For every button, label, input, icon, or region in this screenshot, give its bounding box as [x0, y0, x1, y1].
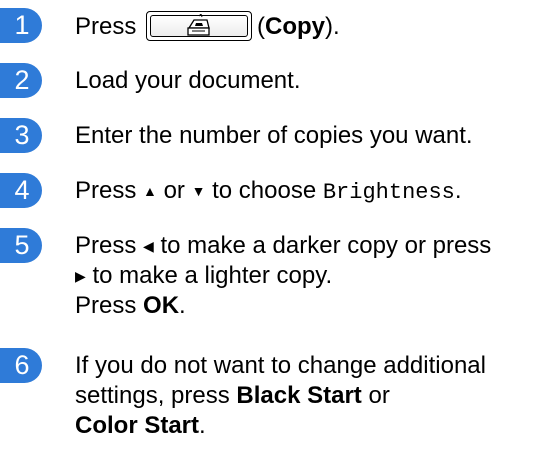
brightness-option: Brightness [322, 180, 455, 205]
step-4-period: . [454, 177, 462, 204]
step-3-text: Enter the number of copies you want. [75, 122, 473, 149]
step-4-text: Press ▲ or ▼ to choose Brightness. [75, 176, 543, 208]
step-6-period: . [199, 412, 206, 439]
step-6-or: or [368, 382, 390, 409]
step-4-to-choose: to choose [212, 177, 317, 204]
step-1-press: Press [75, 13, 137, 40]
step-5-line-1: Press ◀ to make a darker copy or press [75, 231, 543, 261]
step-5-press: Press [75, 232, 137, 259]
step-5-line-2: ▶ to make a lighter copy. [75, 261, 543, 291]
step-4-or: or [163, 177, 185, 204]
step-number-4: 4 [0, 173, 42, 208]
step-5-press-2: Press [75, 292, 137, 319]
step-6-line-1: If you do not want to change additional [75, 352, 486, 379]
step-4-press: Press [75, 177, 137, 204]
step-6-line-3: Color Start. [75, 411, 543, 441]
left-arrow-icon: ◀ [143, 238, 154, 254]
right-arrow-icon: ▶ [75, 268, 86, 284]
step-number-6: 6 [0, 348, 42, 383]
step-6-line-2: settings, press Black Start or [75, 381, 543, 411]
step-6-settings-press: settings, press [75, 382, 230, 409]
step-5-line-1-rest: to make a darker copy or press [160, 232, 492, 259]
ok-key-label: OK [143, 292, 180, 319]
copy-key [146, 11, 253, 41]
step-number-1: 1 [0, 8, 42, 43]
step-1-copy-label: Copy [265, 13, 326, 40]
black-start-label: Black Start [236, 382, 362, 409]
step-number-5: 5 [0, 228, 42, 263]
step-1-text: Press (Copy). [75, 11, 543, 42]
step-6-text: If you do not want to change additional … [75, 351, 543, 441]
down-arrow-icon: ▼ [191, 183, 206, 199]
step-5-line-2-rest: to make a lighter copy. [92, 262, 333, 289]
copy-machine-icon [187, 14, 210, 36]
step-1-open-paren: ( [257, 13, 266, 40]
step-number-3: 3 [0, 118, 42, 153]
step-5-period: . [179, 292, 186, 319]
up-arrow-icon: ▲ [143, 183, 157, 199]
step-5-text: Press ◀ to make a darker copy or press ▶… [75, 231, 543, 321]
step-5-line-3: Press OK. [75, 291, 543, 321]
step-2-text: Load your document. [75, 67, 301, 94]
step-1-close-paren: ). [325, 13, 340, 40]
color-start-label: Color Start [75, 412, 200, 439]
step-number-2: 2 [0, 63, 42, 98]
